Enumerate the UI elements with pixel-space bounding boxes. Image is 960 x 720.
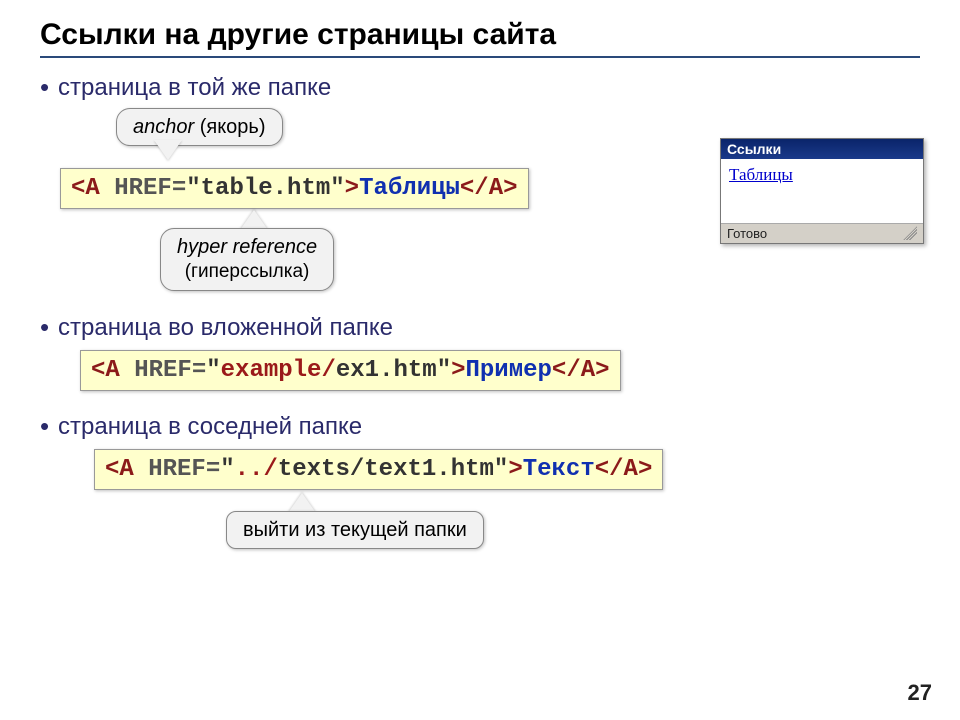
callout-anchor-tail: [154, 140, 182, 160]
slide-title: Ссылки на другие страницы сайта: [40, 18, 920, 52]
browser-preview: Ссылки Таблицы Готово: [720, 138, 924, 244]
callout-anchor-rest: (якорь): [194, 116, 265, 138]
title-rule: [40, 56, 920, 58]
browser-status-text: Готово: [727, 226, 767, 241]
browser-title: Ссылки: [727, 141, 781, 157]
browser-titlebar: Ссылки: [721, 139, 923, 159]
bullet-subfolder: страница во вложенной папке: [40, 314, 920, 342]
callout-updir-text: выйти из текущей папки: [243, 519, 467, 541]
callout-href-tail: [240, 210, 268, 230]
callout-updir: выйти из текущей папки: [226, 511, 484, 549]
callout-anchor-em: anchor: [133, 116, 194, 138]
code-sibling-folder: <A HREF="../texts/text1.htm">Текст</A>: [94, 449, 663, 490]
browser-statusbar: Готово: [721, 223, 923, 243]
code-subfolder: <A HREF="example/ex1.htm">Пример</A>: [80, 350, 621, 391]
bullet-sibling-folder: страница в соседней папке: [40, 413, 920, 441]
callout-href-sub: (гиперссылка): [185, 261, 310, 282]
code-same-folder: <A HREF="table.htm">Таблицы</A>: [60, 168, 529, 209]
resize-grip-icon: [903, 226, 917, 240]
browser-content: Таблицы: [721, 159, 923, 223]
page-number: 27: [908, 680, 932, 706]
callout-anchor: anchor (якорь): [116, 108, 283, 146]
callout-up-tail: [288, 493, 316, 513]
browser-link[interactable]: Таблицы: [729, 165, 793, 184]
bullet-same-folder: страница в той же папке: [40, 74, 920, 102]
callout-href: hyper reference (гиперссылка): [160, 228, 334, 291]
callout-href-em: hyper reference: [177, 236, 317, 258]
